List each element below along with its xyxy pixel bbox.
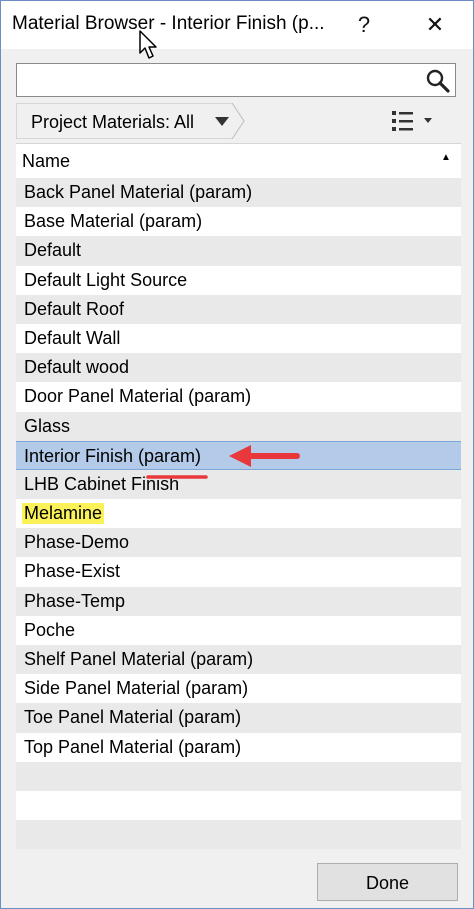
list-item[interactable]: Poche (16, 615, 461, 645)
list-item-empty (16, 790, 461, 821)
list-item[interactable]: Default Wall (16, 323, 461, 354)
filter-bar: Project Materials: All (16, 101, 456, 141)
list-item-empty (16, 761, 461, 791)
list-item-selected[interactable]: Interior Finish (param) (16, 440, 461, 470)
list-rows: Back Panel Material (param) Base Materia… (16, 178, 461, 850)
column-header-name[interactable]: Name ▲ (16, 144, 461, 178)
column-header-label: Name (22, 151, 71, 171)
material-browser-window: Material Browser - Interior Finish (p...… (0, 0, 474, 909)
search-icon[interactable] (425, 68, 451, 94)
close-button[interactable]: ✕ (415, 9, 455, 41)
list-item[interactable]: Top Panel Material (param) (16, 732, 461, 762)
list-item[interactable]: Door Panel Material (param) (16, 382, 461, 412)
view-options-list-icon[interactable] (390, 107, 438, 135)
list-item[interactable]: Side Panel Material (param) (16, 674, 461, 704)
title-bar[interactable]: Material Browser - Interior Finish (p...… (1, 1, 473, 59)
list-item-highlighted[interactable]: Melamine (16, 499, 461, 529)
mouse-cursor-icon (139, 30, 157, 59)
list-item[interactable]: Default (16, 236, 461, 266)
materials-list[interactable]: Name ▲ Back Panel Material (param) Base … (16, 143, 461, 850)
project-materials-filter[interactable]: Project Materials: All (16, 103, 246, 139)
search-box (16, 63, 456, 97)
help-button[interactable]: ? (344, 9, 384, 41)
list-item-empty (16, 820, 461, 850)
list-item[interactable]: Toe Panel Material (param) (16, 703, 461, 733)
chevron-down-icon[interactable] (215, 117, 229, 127)
list-item[interactable]: Default Light Source (16, 265, 461, 295)
filter-label: Project Materials: All (31, 112, 195, 132)
list-item[interactable]: Default Roof (16, 294, 461, 324)
list-item[interactable]: Shelf Panel Material (param) (16, 645, 461, 675)
list-item[interactable]: Glass (16, 411, 461, 441)
list-item[interactable]: Phase-Exist (16, 557, 461, 587)
list-item[interactable]: Phase-Demo (16, 528, 461, 558)
search-input[interactable] (21, 68, 425, 94)
list-item[interactable]: Back Panel Material (param) (16, 178, 461, 208)
list-item[interactable]: Base Material (param) (16, 207, 461, 237)
done-button[interactable]: Done (317, 863, 458, 901)
list-item[interactable]: LHB Cabinet Finish (16, 469, 461, 500)
list-item[interactable]: Phase-Temp (16, 586, 461, 616)
list-item[interactable]: Default wood (16, 353, 461, 383)
window-title: Material Browser - Interior Finish (p... (12, 13, 325, 34)
sort-ascending-icon: ▲ (441, 152, 451, 163)
